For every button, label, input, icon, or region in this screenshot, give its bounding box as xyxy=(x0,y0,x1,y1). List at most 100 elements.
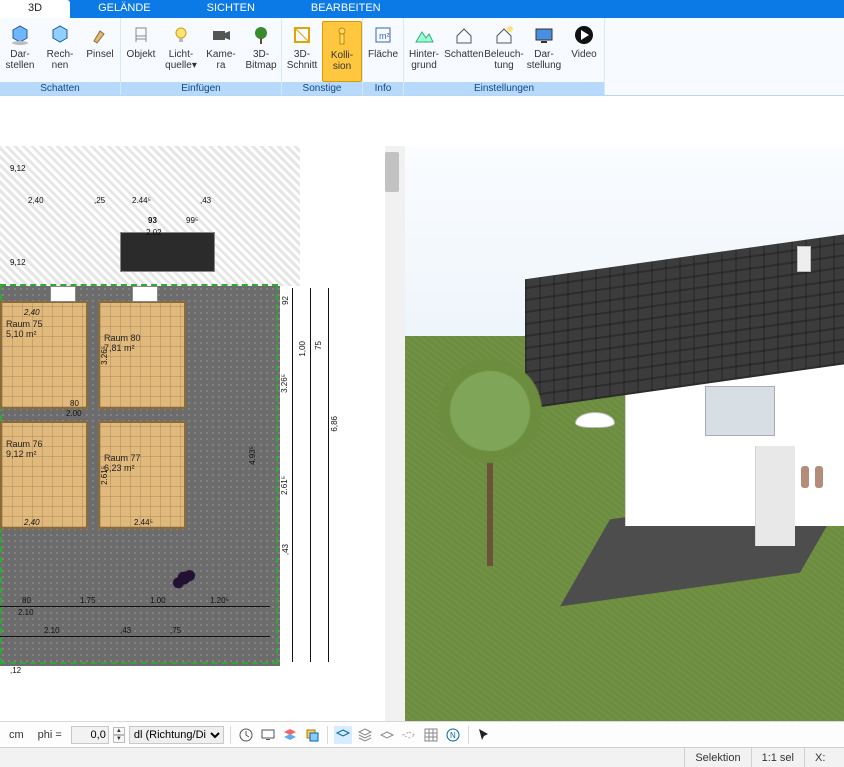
scrollbar-thumb[interactable] xyxy=(385,152,399,192)
section-icon xyxy=(290,23,314,47)
layer-top-icon[interactable] xyxy=(334,726,352,744)
dim-text: 80 xyxy=(70,399,79,408)
btn-label: Schatten xyxy=(444,49,483,60)
dim-text: ,75 xyxy=(170,626,181,635)
group-label: Schatten xyxy=(0,82,120,95)
btn-flaeche[interactable]: m² Fläche xyxy=(363,21,403,82)
pillar xyxy=(755,446,795,546)
btn-label: Beleuch- tung xyxy=(484,49,523,71)
area-icon: m² xyxy=(371,23,395,47)
dim-text: 3.26⁵ xyxy=(280,374,289,393)
dim-text: ,43 xyxy=(120,626,131,635)
btn-label: Kame- ra xyxy=(206,49,235,71)
render-canvas[interactable] xyxy=(405,146,844,721)
person xyxy=(801,466,809,488)
scrollbar-track[interactable] xyxy=(385,146,399,721)
dim-text: 2,40 xyxy=(28,196,44,205)
dim-text: 80 xyxy=(22,596,31,605)
svg-text:N: N xyxy=(450,731,456,740)
group-label: Info xyxy=(363,82,403,95)
layer-stack-icon[interactable] xyxy=(356,726,374,744)
pane-3d-view[interactable] xyxy=(405,146,844,721)
btn-3d-bitmap[interactable]: 3D- Bitmap xyxy=(241,21,281,82)
btn-label: Rech- nen xyxy=(47,49,74,71)
phi-input[interactable] xyxy=(71,726,109,744)
dim-text: 2.02 xyxy=(146,228,162,237)
btn-hintergrund[interactable]: Hinter- grund xyxy=(404,21,444,82)
pane-2d-plan[interactable]: Raum 75 5,10 m² Raum 76 9,12 m² Raum 80 … xyxy=(0,146,405,721)
north-icon[interactable]: N xyxy=(444,726,462,744)
group-label: Sonstige xyxy=(282,82,362,95)
tree-icon xyxy=(249,23,273,47)
tab-sichten[interactable]: SICHTEN xyxy=(179,0,283,18)
btn-label: Licht- quelle▾ xyxy=(165,49,197,71)
layer-single-icon[interactable] xyxy=(378,726,396,744)
dim-text: 6,86 xyxy=(330,416,339,432)
tree-crown xyxy=(435,346,545,476)
floor-plan-canvas[interactable]: Raum 75 5,10 m² Raum 76 9,12 m² Raum 80 … xyxy=(0,146,390,714)
dim-text: 1.75 xyxy=(80,596,96,605)
btn-lichtquelle[interactable]: Licht- quelle▾ xyxy=(161,21,201,82)
btn-kollision[interactable]: Kolli- sion xyxy=(322,21,362,82)
dim-text: 2.10 xyxy=(44,626,60,635)
room-label: Raum 75 5,10 m² xyxy=(6,319,43,339)
dim-text: 1,00 xyxy=(298,341,307,357)
room-77[interactable]: Raum 77 6,23 m² xyxy=(98,421,186,529)
dim-text: ,43 xyxy=(200,196,211,205)
btn-label: Video xyxy=(571,49,596,60)
mode-select[interactable]: dl (Richtung/Di xyxy=(129,726,224,744)
step-down-icon[interactable]: ▼ xyxy=(113,735,125,743)
clock-icon[interactable] xyxy=(237,726,255,744)
dim-line xyxy=(310,288,311,662)
svg-text:m²: m² xyxy=(379,31,390,41)
room-label: Raum 76 9,12 m² xyxy=(6,439,43,459)
btn-label: Kolli- sion xyxy=(331,50,353,72)
status-scale: 1:1 sel xyxy=(751,748,804,767)
status-x: X: xyxy=(804,748,844,767)
btn-3d-schnitt[interactable]: 3D- Schnitt xyxy=(282,21,322,82)
room-75[interactable]: Raum 75 5,10 m² xyxy=(0,301,88,409)
dim-line xyxy=(292,288,293,662)
bulb-icon xyxy=(169,23,193,47)
mountain-icon xyxy=(412,23,436,47)
tab-bearbeiten[interactable]: BEARBEITEN xyxy=(283,0,409,18)
ribbon-group-sonstige: 3D- Schnitt Kolli- sion Sonstige xyxy=(282,18,363,95)
room-80[interactable]: Raum 80 7,81 m² xyxy=(98,301,186,409)
layer-outline-icon[interactable] xyxy=(400,726,418,744)
workspace: Raum 75 5,10 m² Raum 76 9,12 m² Raum 80 … xyxy=(0,146,844,721)
layers-colored-icon[interactable] xyxy=(281,726,299,744)
ribbon: Dar- stellen Rech- nen Pinsel Schatten O… xyxy=(0,18,844,96)
dim-text: 1.20⁵ xyxy=(210,596,229,605)
monitor-icon[interactable] xyxy=(259,726,277,744)
room-76[interactable]: Raum 76 9,12 m² xyxy=(0,421,88,529)
btn-darstellung-set[interactable]: Dar- stellung xyxy=(524,21,564,82)
btn-kamera[interactable]: Kame- ra xyxy=(201,21,241,82)
ribbon-group-info: m² Fläche Info xyxy=(363,18,404,95)
house-light-icon xyxy=(492,23,516,47)
btn-beleuchtung[interactable]: Beleuch- tung xyxy=(484,21,524,82)
btn-pinsel[interactable]: Pinsel xyxy=(80,21,120,82)
cursor-icon[interactable] xyxy=(475,726,493,744)
btn-label: Objekt xyxy=(127,49,156,60)
grid-icon[interactable] xyxy=(422,726,440,744)
group-label: Einfügen xyxy=(121,82,281,95)
btn-objekt[interactable]: Objekt xyxy=(121,21,161,82)
tab-3d[interactable]: 3D xyxy=(0,0,70,18)
chimney xyxy=(797,246,811,272)
btn-darstellen[interactable]: Dar- stellen xyxy=(0,21,40,82)
dim-text: 2,40 xyxy=(24,308,40,317)
btn-rechnen[interactable]: Rech- nen xyxy=(40,21,80,82)
tab-gelaende[interactable]: GELÄNDE xyxy=(70,0,179,18)
spacer xyxy=(0,96,844,146)
btn-label: Fläche xyxy=(368,49,398,60)
copy-icon[interactable] xyxy=(303,726,321,744)
phi-stepper[interactable]: ▲▼ xyxy=(113,727,125,743)
step-up-icon[interactable]: ▲ xyxy=(113,727,125,735)
menu-tabs: 3D GELÄNDE SICHTEN BEARBEITEN xyxy=(0,0,844,18)
dim-text: 2,40 xyxy=(24,518,40,527)
btn-video[interactable]: Video xyxy=(564,21,604,82)
balcony-rail xyxy=(705,386,775,436)
unit-label: cm xyxy=(4,725,29,745)
btn-label: Pinsel xyxy=(86,49,113,60)
btn-schatten-set[interactable]: Schatten xyxy=(444,21,484,82)
